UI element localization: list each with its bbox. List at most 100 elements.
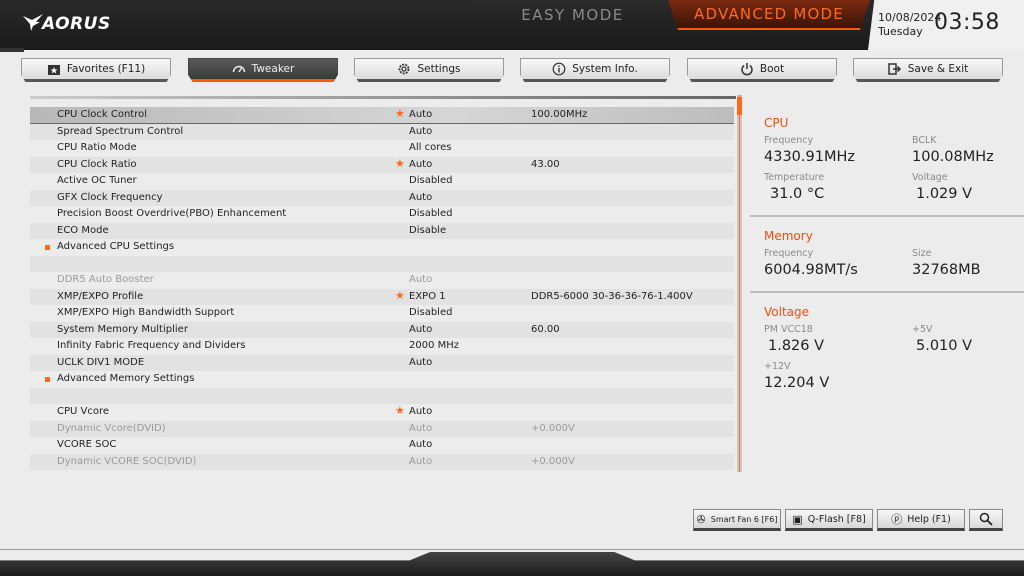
v5-label: +5V [912,324,933,335]
setting-value[interactable]: All cores [409,140,451,157]
setting-info: +0.000V [531,455,575,467]
cpu-bclk-value: 100.08MHz [912,149,994,165]
tab-system-info-label: System Info. [572,63,638,75]
setting-row[interactable]: Dynamic Vcore(DVID) Auto +0.000V [30,420,734,438]
setting-row[interactable]: Active OC Tuner Disabled [30,173,734,190]
tab-save-exit[interactable]: Save & Exit [853,58,1003,82]
setting-row[interactable]: Infinity Fabric Frequency and Dividers 20… [30,338,734,355]
setting-value[interactable]: Disable [409,223,446,240]
setting-label: CPU Vcore [57,406,110,417]
qflash-button[interactable]: ▣ Q-Flash [F8] [785,509,873,531]
submenu-marker-icon [45,245,50,250]
setting-value[interactable]: Auto [409,454,432,471]
tab-boot[interactable]: Boot [687,58,837,82]
cpu-voltage-value: 1.029 V [916,186,973,202]
setting-value[interactable]: Auto [409,355,432,372]
day-text: Tuesday [878,25,923,38]
setting-value[interactable]: Disabled [409,206,452,223]
setting-row[interactable]: DDR5 Auto Booster Auto [30,272,734,289]
setting-label: XMP/EXPO Profile [57,290,144,302]
setting-row[interactable]: System Memory Multiplier Auto 60.00 [30,321,734,339]
setting-row[interactable]: GFX Clock Frequency Auto [30,189,734,207]
setting-row[interactable]: XMP/EXPO High Bandwidth Support Disabled [30,305,734,322]
setting-label: VCORE SOC [57,439,117,450]
panel-top-bar [30,96,736,99]
modified-star-icon: ★ [395,156,405,170]
setting-row[interactable]: Advanced Memory Settings [30,371,734,388]
setting-label: CPU Ratio Mode [57,142,137,153]
memory-frequency-value: 6004.98MT/s [764,262,858,278]
setting-value[interactable]: Disabled [409,173,452,190]
setting-label: DDR5 Auto Booster [57,274,154,285]
setting-row[interactable]: CPU Clock Control ★ Auto 100.00MHz [30,107,734,124]
tab-system-info[interactable]: System Info. [520,58,670,82]
setting-value[interactable]: Auto [409,404,432,421]
pm-vcc18-value: 1.826 V [768,338,825,354]
date-text: 10/08/2024 [878,11,942,24]
tab-settings[interactable]: Settings [354,58,504,82]
easy-mode-tab[interactable]: EASY MODE [470,0,675,30]
setting-spacer [30,387,734,404]
setting-row[interactable]: XMP/EXPO Profile ★ EXPO 1 DDR5-6000 30-36-3… [30,288,734,306]
footer-decoration [0,552,1024,576]
aorus-logo: AORUS [22,10,118,36]
setting-value[interactable]: Auto [409,437,432,454]
smart-fan-button[interactable]: ✇ Smart Fan 6 [F6] [693,509,781,531]
memory-size-value: 32768MB [912,262,981,278]
setting-row[interactable]: ECO Mode Disable [30,222,734,240]
setting-value[interactable]: Auto [409,421,432,438]
setting-row[interactable]: VCORE SOC Auto [30,437,734,454]
cpu-section-title: CPU [764,116,789,130]
setting-value[interactable]: Auto [409,190,432,207]
help-label: Help (F1) [907,513,951,525]
setting-value[interactable]: Auto [409,322,432,339]
setting-value[interactable]: EXPO 1 [409,289,446,306]
setting-row[interactable]: UCLK DIV1 MODE Auto [30,354,734,372]
cpu-bclk-label: BCLK [912,135,937,146]
setting-value[interactable]: Auto [409,124,432,141]
tab-favorites-label: Favorites (F11) [66,63,146,75]
search-button[interactable] [969,509,1003,531]
gear-icon [399,63,410,75]
chip-icon: ▣ [792,512,803,526]
tab-tweaker[interactable]: Tweaker [188,58,338,82]
setting-value[interactable]: Auto [409,107,432,124]
help-icon: ⓟ [891,513,903,526]
datetime-panel: 10/08/2024 Tuesday 03:58 ⚙ [868,0,1024,50]
time-text: 03:58 [934,10,1000,35]
tab-save-exit-label: Save & Exit [907,63,969,75]
setting-row[interactable]: Advanced CPU Settings [30,239,734,256]
setting-label: Dynamic Vcore(DVID) [57,422,166,434]
setting-value[interactable]: 2000 MHz [409,338,459,355]
fan-icon: ✇ [696,512,706,526]
setting-row[interactable]: Spread Spectrum Control Auto [30,123,734,141]
hardware-monitor-panel: CPU Frequency 4330.91MHz BCLK 100.08MHz … [750,95,1024,425]
setting-label: Infinity Fabric Frequency and Dividers [57,340,246,351]
scrollbar-thumb[interactable] [737,97,742,115]
setting-info: 60.00 [531,323,560,335]
scrollbar[interactable] [737,95,742,472]
eagle-icon [23,14,43,31]
setting-row[interactable]: CPU Ratio Mode All cores [30,140,734,157]
setting-value[interactable]: Disabled [409,305,452,322]
settings-list: CPU Clock Control ★ Auto 100.00MHz Spread Sp… [30,96,736,472]
favorites-icon [47,65,60,75]
tab-favorites[interactable]: Favorites (F11) [21,58,171,82]
setting-label: ECO Mode [57,224,109,236]
setting-row[interactable]: Dynamic VCORE SOC(DVID) Auto +0.000V [30,453,734,471]
help-button[interactable]: ⓟ Help (F1) [877,509,965,531]
advanced-mode-tab[interactable]: ADVANCED MODE [668,0,870,30]
tab-settings-label: Settings [417,63,461,75]
setting-row[interactable]: CPU Vcore ★ Auto [30,404,734,421]
modified-star-icon: ★ [395,107,405,120]
setting-info: 100.00MHz [531,109,588,120]
cpu-frequency-value: 4330.91MHz [764,149,855,165]
setting-label: CPU Clock Ratio [57,158,137,170]
memory-section-title: Memory [764,229,813,243]
setting-value[interactable]: Auto [409,157,432,174]
setting-value[interactable]: Auto [409,272,432,289]
setting-label: CPU Clock Control [57,109,148,120]
setting-row[interactable]: CPU Clock Ratio ★ Auto 43.00 [30,156,734,174]
setting-row[interactable]: Precision Boost Overdrive(PBO) Enhanceme… [30,206,734,223]
modified-star-icon: ★ [395,404,405,417]
